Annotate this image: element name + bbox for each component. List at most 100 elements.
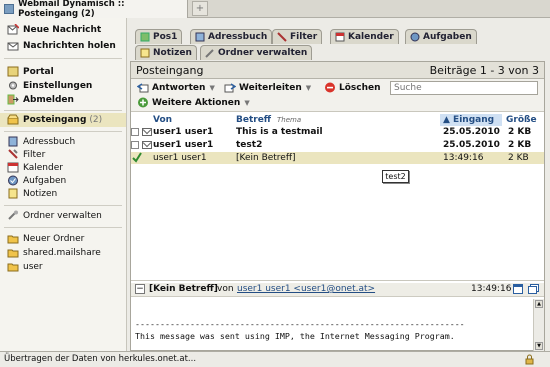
message-from: user1 user1 [153,140,214,150]
subject-tooltip: test2 [382,170,409,183]
settings-icon [7,80,19,91]
sidebar-item-logout[interactable]: Abmelden [7,94,74,105]
mailbox-range: Beiträge 1 - 3 von 3 [429,64,539,77]
sidebar: Neue Nachricht Nachrichten holen Portal … [0,18,127,351]
scroll-up-icon[interactable]: ▲ [535,300,543,308]
sidebar-item-notes[interactable]: Notizen [7,188,57,199]
notes-icon [7,188,19,199]
more-actions-button[interactable]: Weitere Aktionen ▼ [137,97,250,108]
new-message-icon [7,24,19,35]
message-row[interactable]: user1 user1 This is a testmail 25.05.201… [131,126,544,138]
unread-mail-icon [142,141,152,149]
addressbook-icon [195,32,205,42]
tab-filter[interactable]: Filter [272,29,323,44]
sidebar-item-tasks[interactable]: Aufgaben [7,175,66,186]
tasks-icon [7,175,19,186]
message-size: 2 KB [508,153,529,163]
sidebar-item-new-message[interactable]: Neue Nachricht [7,24,101,35]
scroll-down-icon[interactable]: ▼ [535,342,543,350]
sidebar-divider [4,205,122,206]
calendar-icon [335,32,345,42]
notes-icon [140,48,150,58]
folder-icon [7,261,19,272]
message-size: 2 KB [508,140,532,150]
message-subject[interactable]: This is a testmail [236,126,323,138]
browser-tab-webmail[interactable]: Webmail Dynamisch :: Posteingang (2) [0,0,188,19]
column-subject[interactable]: Betreff [236,114,271,126]
preview-time: 13:49:16 [471,284,512,294]
inbox-icon [7,114,19,125]
tab-addressbook[interactable]: Adressbuch [190,29,273,44]
preview-scrollbar[interactable]: ▲ ▼ [533,299,544,351]
sidebar-item-settings[interactable]: Einstellungen [7,80,92,91]
forward-dropdown-icon[interactable]: ▼ [306,84,311,92]
sidebar-item-manage-folders[interactable]: Ordner verwalten [7,210,102,221]
folder-manage-icon [7,210,19,221]
webmail-favicon-icon [4,4,15,14]
browser-tabstrip: Webmail Dynamisch :: Posteingang (2) + [0,0,550,19]
folder-icon [7,233,19,244]
column-from[interactable]: Von [153,114,172,126]
unread-mail-icon [142,128,152,136]
message-from: user1 user1 [153,127,214,137]
tasks-icon [410,32,420,42]
sidebar-item-filter[interactable]: Filter [7,149,45,160]
addressbook-icon [7,136,19,147]
mailbox-title: Posteingang [136,64,204,77]
sidebar-divider [4,58,122,59]
message-date: 13:49:16 [443,153,484,163]
sidebar-item-get-mail[interactable]: Nachrichten holen [7,40,116,51]
sidebar-item-folder-user[interactable]: user [7,261,43,272]
preview-sender-link[interactable]: user1 user1 <user1@onet.at> [237,284,375,294]
more-actions-icon [137,97,149,108]
sidebar-item-calendar[interactable]: Kalender [7,162,63,173]
preview-body-separator: ----------------------------------------… [135,319,465,329]
reply-button[interactable]: Antworten ▼ [137,82,215,93]
sidebar-divider [4,110,122,111]
sidebar-item-folder-shared[interactable]: shared.mailshare [7,247,101,258]
expand-window-icon[interactable] [513,284,523,297]
forward-icon [224,82,236,93]
home-icon [140,32,150,42]
portal-icon [7,66,19,77]
reply-dropdown-icon[interactable]: ▼ [209,84,214,92]
tab-pos1[interactable]: Pos1 [135,29,183,44]
message-checkbox[interactable] [131,128,139,136]
status-text: Übertragen der Daten von herkules.onet.a… [4,354,197,364]
tab-calendar[interactable]: Kalender [330,29,399,44]
message-row-selected[interactable]: user1 user1 [Kein Betreff] 13:49:16 2 KB [131,152,544,164]
message-subject[interactable]: test2 [236,139,262,151]
column-size[interactable]: Größe [506,114,537,126]
message-subject[interactable]: [Kein Betreff] [236,152,296,164]
sidebar-item-addressbook[interactable]: Adressbuch [7,136,75,147]
tab-tasks[interactable]: Aufgaben [405,29,477,44]
message-checkbox[interactable] [131,141,139,149]
sidebar-item-portal[interactable]: Portal [7,66,54,77]
message-from: user1 user1 [153,153,207,163]
message-row[interactable]: user1 user1 test2 25.05.2010 2 KB [131,139,544,151]
filter-icon [7,149,19,160]
sidebar-item-folder-new[interactable]: Neuer Ordner [7,233,84,244]
get-mail-icon [7,40,19,51]
preview-subject: [Kein Betreff] [149,284,218,294]
preview-from-label: von [217,284,234,294]
more-actions-dropdown-icon[interactable]: ▼ [244,99,249,107]
collapse-toggle[interactable]: − [135,284,145,294]
sidebar-item-inbox[interactable]: Posteingang (2) [7,114,102,125]
folder-icon [7,247,19,258]
forward-button[interactable]: Weiterleiten ▼ [224,82,311,93]
new-tab-button[interactable]: + [192,1,208,16]
column-thread[interactable]: Thema [277,114,301,126]
message-date: 25.05.2010 [443,127,500,137]
column-date[interactable]: ▲ Eingang [440,114,502,126]
app-tabs: Pos1 Adressbuch Filter Kalender Aufgaben… [127,18,550,61]
tab-manage-folders[interactable]: Ordner verwalten [200,45,313,60]
tab-notes[interactable]: Notizen [135,45,197,60]
browser-tab-title: Webmail Dynamisch :: Posteingang (2) [18,0,125,19]
new-window-icon[interactable] [528,284,539,297]
search-input[interactable] [390,81,538,95]
delete-button[interactable]: Löschen [324,82,381,93]
checkmark-icon[interactable] [132,152,142,166]
message-date: 25.05.2010 [443,140,500,150]
folder-manage-icon [205,48,215,58]
